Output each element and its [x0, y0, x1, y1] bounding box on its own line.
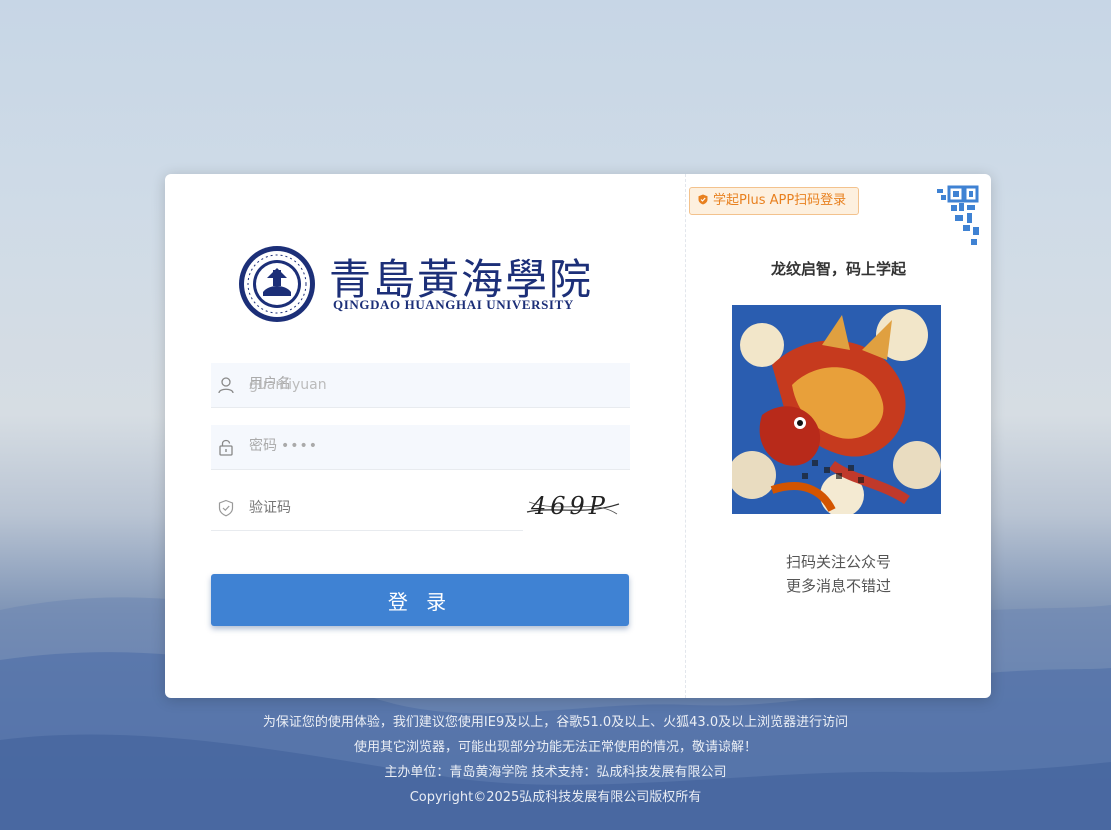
app-scan-login-tag[interactable]: 学起Plus APP扫码登录: [689, 187, 860, 215]
lock-icon: [219, 439, 233, 456]
username-input[interactable]: [249, 363, 624, 406]
footer-compat-note: 使用其它浏览器，可能出现部分功能无法正常使用的情况，敬请谅解！: [353, 740, 757, 755]
footer-copyright: Copyright©2025弘成科技发展有限公司版权所有: [409, 790, 702, 805]
shield-check-icon: [218, 499, 234, 517]
password-input[interactable]: [249, 425, 624, 468]
logo-name-en: QINGDAO HUANGHAI UNIVERSITY: [333, 297, 574, 312]
follow-line-2: 更多消息不错过: [785, 577, 891, 595]
footer-organizer: 主办单位：青岛黄海学院 技术支持：弘成科技发展有限公司: [384, 765, 727, 780]
captcha-image[interactable]: 469P: [523, 490, 623, 526]
login-card: 青島黃海學院 QINGDAO HUANGHAI UNIVERSITY 用户名 密…: [165, 174, 991, 698]
captcha-field[interactable]: [211, 486, 624, 531]
qr-panel: 学起Plus APP扫码登录 龙纹启智，码上学起 扫码关注公众号 更多消息不错过: [686, 174, 991, 698]
user-icon: [218, 377, 234, 394]
follow-text: 扫码关注公众号 更多消息不错过: [686, 550, 991, 598]
follow-line-1: 扫码关注公众号: [785, 553, 891, 571]
password-field[interactable]: 密码 ••••: [211, 425, 630, 470]
app-tag-label: 学起Plus APP扫码登录: [713, 193, 847, 208]
username-field[interactable]: 用户名: [211, 363, 630, 408]
login-button[interactable]: 登 录: [211, 574, 629, 626]
university-logo: 青島黃海學院 QINGDAO HUANGHAI UNIVERSITY: [237, 244, 591, 324]
footer: 为保证您的使用体验，我们建议您使用IE9及以上，谷歌51.0及以上、火狐43.0…: [0, 710, 1111, 810]
qr-login-toggle-icon[interactable]: [909, 183, 981, 255]
footer-browser-advice: 为保证您的使用体验，我们建议您使用IE9及以上，谷歌51.0及以上、火狐43.0…: [262, 715, 849, 730]
shield-badge-icon: [698, 194, 708, 205]
university-seal-icon: [239, 246, 315, 322]
dragon-qr-image: [732, 305, 941, 514]
login-panel: 青島黃海學院 QINGDAO HUANGHAI UNIVERSITY 用户名 密…: [165, 174, 685, 698]
slogan: 龙纹启智，码上学起: [770, 260, 906, 278]
captcha-text: 469P: [531, 492, 609, 520]
